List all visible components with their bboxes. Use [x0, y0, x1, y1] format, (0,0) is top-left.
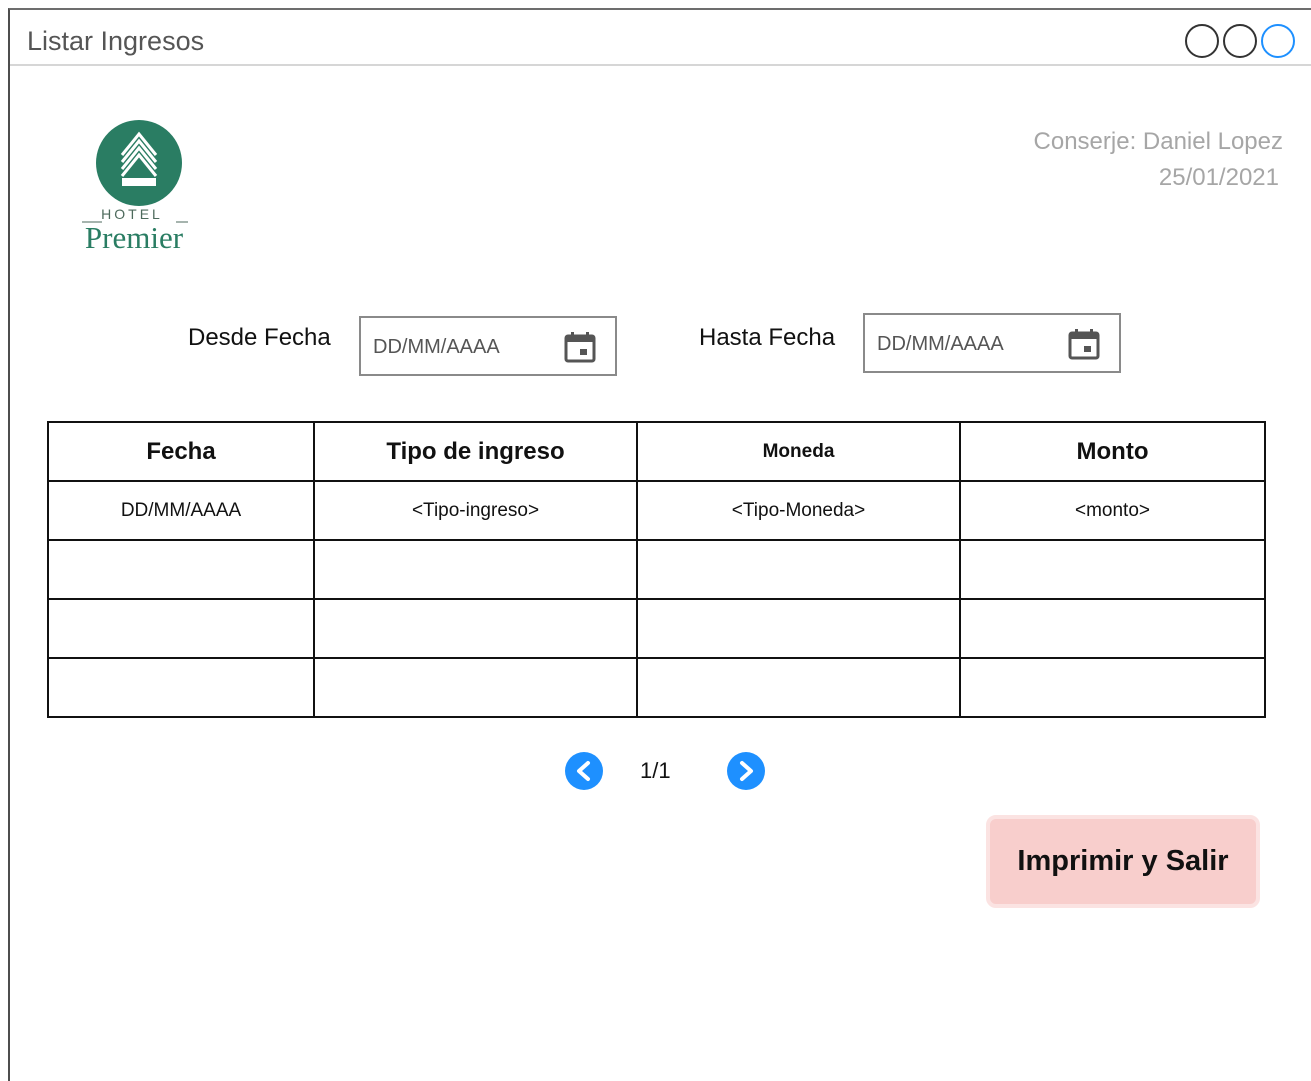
concierge-label: Conserje: Daniel Lopez	[1033, 128, 1283, 155]
table-row[interactable]	[47, 539, 1266, 600]
cell-monto	[959, 657, 1266, 718]
title-bar: Listar Ingresos	[10, 10, 1311, 66]
cell-fecha	[47, 657, 315, 718]
window-title: Listar Ingresos	[27, 26, 205, 56]
chevron-left-icon	[577, 761, 590, 781]
cell-moneda	[636, 598, 961, 659]
chevron-right-icon	[740, 761, 753, 781]
cell-tipo-ingreso	[313, 657, 638, 718]
table-row[interactable]	[47, 657, 1266, 718]
cell-fecha: DD/MM/AAAA	[47, 480, 315, 541]
close-button[interactable]	[1261, 24, 1295, 58]
to-date-label: Hasta Fecha	[699, 324, 836, 351]
logo-premier-text: Premier	[84, 220, 184, 255]
maximize-button[interactable]	[1223, 24, 1257, 58]
previous-page-button[interactable]	[565, 752, 603, 790]
calendar-icon[interactable]	[1067, 327, 1101, 361]
header-monto: Monto	[959, 421, 1266, 482]
cell-fecha	[47, 539, 315, 600]
cell-tipo-ingreso	[313, 539, 638, 600]
user-info: Conserje: Daniel Lopez 25/01/2021	[1034, 124, 1283, 196]
page-indicator: 1/1	[640, 758, 671, 783]
header-tipo-ingreso: Tipo de ingreso	[313, 421, 638, 482]
cell-tipo-ingreso	[313, 598, 638, 659]
cell-monto: <monto>	[959, 480, 1266, 541]
from-date-placeholder: DD/MM/AAAA	[373, 336, 500, 358]
print-and-exit-button[interactable]: Imprimir y Salir	[986, 815, 1260, 908]
cell-monto	[959, 539, 1266, 600]
income-table: Fecha Tipo de ingreso Moneda Monto DD/MM…	[47, 421, 1266, 718]
from-date-label: Desde Fecha	[188, 324, 331, 351]
table-header-row: Fecha Tipo de ingreso Moneda Monto	[47, 421, 1266, 482]
header-moneda: Moneda	[636, 421, 961, 482]
cell-tipo-ingreso: <Tipo-ingreso>	[313, 480, 638, 541]
next-page-button[interactable]	[727, 752, 765, 790]
cell-moneda	[636, 657, 961, 718]
to-date-placeholder: DD/MM/AAAA	[877, 333, 1004, 355]
cell-moneda	[636, 539, 961, 600]
table-row[interactable]: DD/MM/AAAA <Tipo-ingreso> <Tipo-Moneda> …	[47, 480, 1266, 541]
calendar-icon[interactable]	[563, 330, 597, 364]
table-row[interactable]	[47, 598, 1266, 659]
to-date-input[interactable]: DD/MM/AAAA	[863, 313, 1121, 373]
cell-moneda: <Tipo-Moneda>	[636, 480, 961, 541]
current-date: 25/01/2021	[1158, 164, 1279, 191]
cell-monto	[959, 598, 1266, 659]
minimize-button[interactable]	[1185, 24, 1219, 58]
from-date-input[interactable]: DD/MM/AAAA	[359, 316, 617, 376]
cell-fecha	[47, 598, 315, 659]
header-fecha: Fecha	[47, 421, 315, 482]
